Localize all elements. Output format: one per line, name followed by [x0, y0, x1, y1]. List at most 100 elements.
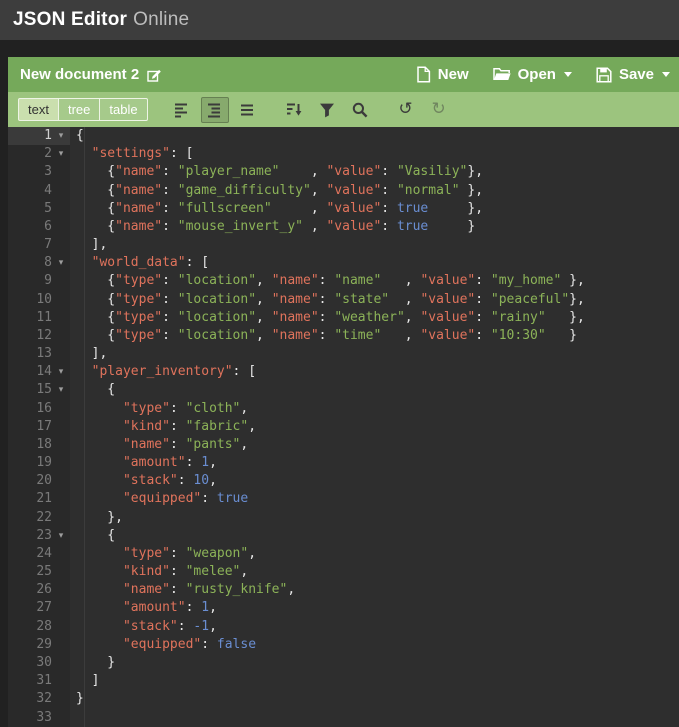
- fold-toggle-icon[interactable]: ▾: [52, 363, 70, 381]
- gutter-cell[interactable]: 23 ▾: [8, 526, 70, 545]
- fold-toggle-icon[interactable]: ▾: [52, 127, 70, 145]
- transform-button[interactable]: [313, 97, 341, 123]
- code-token: :: [475, 327, 491, 343]
- code-line[interactable]: 17 "kind": "fabric",: [8, 417, 679, 436]
- fold-toggle-icon[interactable]: ▾: [52, 381, 70, 399]
- code-line[interactable]: 23 ▾ {: [8, 526, 679, 545]
- fold-toggle-icon[interactable]: ▾: [52, 254, 70, 272]
- gutter-cell[interactable]: 22: [8, 508, 70, 527]
- gutter-cell[interactable]: 19: [8, 454, 70, 473]
- gutter-cell[interactable]: 3: [8, 163, 70, 182]
- code-line[interactable]: 19 "amount": 1,: [8, 454, 679, 473]
- sort-icon: [285, 101, 303, 119]
- code-line[interactable]: 10 {"type": "location", "name": "state" …: [8, 290, 679, 309]
- code-line[interactable]: 4 {"name": "game_difficulty", "value": "…: [8, 181, 679, 200]
- code-line[interactable]: 32}: [8, 690, 679, 709]
- redo-button[interactable]: ↻: [425, 97, 453, 123]
- code-line[interactable]: 16 "type": "cloth",: [8, 399, 679, 418]
- gutter-cell[interactable]: 15 ▾: [8, 381, 70, 400]
- code-line[interactable]: 9 {"type": "location", "name": "name" , …: [8, 272, 679, 291]
- save-button[interactable]: Save: [596, 66, 670, 83]
- search-button[interactable]: [346, 97, 374, 123]
- code-line[interactable]: 29 "equipped": false: [8, 635, 679, 654]
- code-line[interactable]: 31 ]: [8, 672, 679, 691]
- code-line[interactable]: 22 },: [8, 508, 679, 527]
- gutter-cell[interactable]: 18: [8, 435, 70, 455]
- code-line[interactable]: 15 ▾ {: [8, 381, 679, 400]
- code-text: "stack": -1,: [70, 618, 217, 636]
- code-line[interactable]: 6 {"name": "mouse_invert_y" , "value": t…: [8, 217, 679, 237]
- code-token: {: [76, 382, 116, 398]
- code-line[interactable]: 11 {"type": "location", "name": "weather…: [8, 308, 679, 327]
- gutter-cell[interactable]: 1 ▾: [8, 127, 70, 146]
- code-line[interactable]: 3 {"name": "player_name" , "value": "Vas…: [8, 163, 679, 182]
- edit-pencil-icon[interactable]: [147, 68, 161, 82]
- gutter-cell[interactable]: 21: [8, 490, 70, 509]
- indent-lines-icon: [206, 101, 224, 119]
- code-line[interactable]: 1 ▾ {: [8, 127, 679, 146]
- gutter-cell[interactable]: 14 ▾: [8, 363, 70, 382]
- open-button[interactable]: Open: [492, 66, 572, 83]
- gutter-cell[interactable]: 33: [8, 708, 70, 727]
- gutter-cell[interactable]: 30: [8, 653, 70, 673]
- format-button[interactable]: [168, 97, 196, 123]
- code-line[interactable]: 12 {"type": "location", "name": "time" ,…: [8, 326, 679, 346]
- code-line[interactable]: 21 "equipped": true: [8, 490, 679, 509]
- gutter-cell[interactable]: 27: [8, 599, 70, 618]
- gutter-cell[interactable]: 25: [8, 563, 70, 582]
- mode-text-button[interactable]: text: [18, 98, 59, 121]
- justify-button[interactable]: [234, 97, 262, 123]
- gutter-cell[interactable]: 31: [8, 672, 70, 691]
- gutter-cell[interactable]: 20: [8, 472, 70, 491]
- gutter-cell[interactable]: 9: [8, 272, 70, 291]
- gutter-cell[interactable]: 8 ▾: [8, 254, 70, 273]
- code-line[interactable]: 5 {"name": "fullscreen" , "value": true …: [8, 199, 679, 218]
- gutter-cell[interactable]: 28: [8, 617, 70, 636]
- line-number: 29: [36, 636, 52, 652]
- gutter-cell[interactable]: 32: [8, 690, 70, 709]
- code-line[interactable]: 28 "stack": -1,: [8, 617, 679, 636]
- gutter-cell[interactable]: 29: [8, 635, 70, 654]
- gutter-cell[interactable]: 7: [8, 236, 70, 255]
- document-name-button[interactable]: New document 2: [20, 66, 161, 83]
- gutter-cell[interactable]: 16: [8, 399, 70, 418]
- code-line[interactable]: 13 ],: [8, 345, 679, 364]
- undo-button[interactable]: ↺: [392, 97, 420, 123]
- code-line[interactable]: 24 "type": "weapon",: [8, 544, 679, 564]
- gutter-cell[interactable]: 2 ▾: [8, 145, 70, 164]
- gutter-cell[interactable]: 5: [8, 199, 70, 218]
- gutter-cell[interactable]: 11: [8, 308, 70, 327]
- code-line[interactable]: 14 ▾ "player_inventory": [: [8, 363, 679, 382]
- code-line[interactable]: 7 ],: [8, 236, 679, 255]
- code-line[interactable]: 25 "kind": "melee",: [8, 563, 679, 582]
- gutter-cell[interactable]: 4: [8, 181, 70, 200]
- fold-toggle-icon[interactable]: ▾: [52, 527, 70, 545]
- code-line[interactable]: 33: [8, 708, 679, 727]
- fold-toggle-icon[interactable]: ▾: [52, 145, 70, 163]
- code-line[interactable]: 18 "name": "pants",: [8, 435, 679, 455]
- gutter-cell[interactable]: 6: [8, 217, 70, 237]
- code-line[interactable]: 2 ▾ "settings": [: [8, 145, 679, 164]
- gutter-cell[interactable]: 12: [8, 326, 70, 346]
- gutter-cell[interactable]: 13: [8, 345, 70, 364]
- mode-tree-button[interactable]: tree: [57, 98, 101, 121]
- gutter-cell[interactable]: 10: [8, 290, 70, 309]
- compact-button[interactable]: [200, 96, 229, 123]
- code-editor[interactable]: 1 ▾{2 ▾ "settings": [3 {"name": "player_na…: [8, 127, 679, 727]
- code-token: "my_home": [490, 273, 562, 289]
- mode-table-button[interactable]: table: [99, 98, 148, 121]
- sort-button[interactable]: [280, 97, 308, 123]
- new-document-button[interactable]: New: [416, 66, 469, 83]
- code-line[interactable]: 20 "stack": 10,: [8, 472, 679, 491]
- gutter-cell[interactable]: 26: [8, 581, 70, 600]
- gutter-cell[interactable]: 17: [8, 417, 70, 436]
- code-line[interactable]: 30 }: [8, 653, 679, 673]
- code-line[interactable]: 26 "name": "rusty_knife",: [8, 581, 679, 600]
- gutter-cell[interactable]: 24: [8, 544, 70, 564]
- code-token: },: [467, 164, 484, 180]
- code-line[interactable]: 27 "amount": 1,: [8, 599, 679, 618]
- code-line[interactable]: 8 ▾ "world_data": [: [8, 254, 679, 273]
